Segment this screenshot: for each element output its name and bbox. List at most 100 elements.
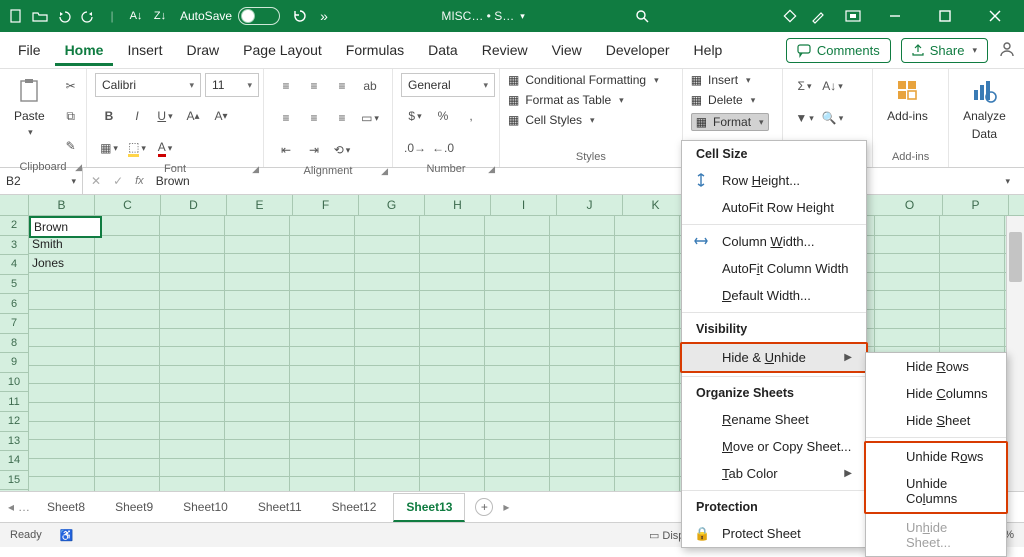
font-size-select[interactable]: 11▾ <box>205 73 259 97</box>
col-header[interactable]: J <box>557 195 623 215</box>
format-table-button[interactable]: ▦Format as Table▾ <box>508 93 659 107</box>
copy-icon[interactable]: ⧉ <box>58 104 84 128</box>
row-header[interactable]: 12 <box>0 412 28 432</box>
tab-nav-more-icon[interactable]: … <box>18 500 30 514</box>
indent-decrease-icon[interactable]: ⇤ <box>273 138 299 162</box>
comments-button[interactable]: Comments <box>786 38 891 63</box>
tab-developer[interactable]: Developer <box>596 34 680 66</box>
menu-protect-sheet[interactable]: 🔒Protect Sheet <box>682 520 866 547</box>
col-header[interactable]: E <box>227 195 293 215</box>
app-switch-icon[interactable] <box>840 8 866 24</box>
align-top-icon[interactable]: ≡ <box>273 74 299 98</box>
menu-column-width[interactable]: Column Width... <box>682 228 866 255</box>
brush-icon[interactable] <box>806 8 832 24</box>
underline-button[interactable]: U▾ <box>152 104 178 128</box>
col-header[interactable]: C <box>95 195 161 215</box>
row-header[interactable]: 7 <box>0 314 28 334</box>
row-header[interactable]: 2 <box>0 216 28 236</box>
increase-font-icon[interactable]: A▴ <box>180 104 206 128</box>
row-header[interactable]: 3 <box>0 236 28 256</box>
search-icon[interactable] <box>634 8 650 24</box>
font-name-select[interactable]: Calibri▾ <box>95 73 201 97</box>
col-header[interactable]: K <box>623 195 689 215</box>
wrap-text-icon[interactable]: ab <box>357 74 383 98</box>
conditional-formatting-button[interactable]: ▦Conditional Formatting▾ <box>508 73 659 87</box>
redo-icon[interactable] <box>80 8 96 24</box>
close-button[interactable] <box>972 0 1018 32</box>
share-button[interactable]: Share▾ <box>901 38 988 63</box>
align-left-icon[interactable]: ≡ <box>273 106 299 130</box>
menu-rename-sheet[interactable]: Rename Sheet <box>682 406 866 433</box>
menu-hide-rows[interactable]: Hide Rows <box>866 353 1006 380</box>
more-icon[interactable]: » <box>316 8 332 24</box>
font-color-button[interactable]: A▾ <box>152 136 178 160</box>
row-header[interactable]: 14 <box>0 451 28 471</box>
row-header[interactable]: 13 <box>0 432 28 452</box>
menu-hide-columns[interactable]: Hide Columns <box>866 380 1006 407</box>
tab-page-layout[interactable]: Page Layout <box>233 34 332 66</box>
refresh-icon[interactable] <box>292 8 308 24</box>
menu-unhide-rows[interactable]: Unhide Rows <box>866 443 1006 470</box>
menu-autofit-col[interactable]: AutoFit Column Width <box>682 255 866 282</box>
menu-hide-unhide[interactable]: Hide & Unhide▶ <box>682 344 866 371</box>
indent-increase-icon[interactable]: ⇥ <box>301 138 327 162</box>
menu-autofit-row[interactable]: AutoFit Row Height <box>682 194 866 221</box>
fill-color-button[interactable]: ⬚▾ <box>124 136 150 160</box>
increase-decimal-icon[interactable]: .0→ <box>402 136 428 160</box>
tab-review[interactable]: Review <box>472 34 538 66</box>
find-icon[interactable]: 🔍▾ <box>820 106 846 130</box>
open-folder-icon[interactable] <box>32 8 48 24</box>
cell[interactable]: Jones <box>29 254 98 272</box>
sheet-tab[interactable]: Sheet8 <box>34 493 98 521</box>
format-painter-icon[interactable]: ✎ <box>58 134 84 158</box>
tab-home[interactable]: Home <box>55 34 114 66</box>
decrease-decimal-icon[interactable]: ←.0 <box>430 136 456 160</box>
bold-button[interactable]: B <box>96 104 122 128</box>
insert-cells-button[interactable]: ▦Insert▾ <box>691 73 769 87</box>
sheet-tab[interactable]: Sheet12 <box>319 493 390 521</box>
col-header[interactable]: P <box>943 195 1009 215</box>
percent-icon[interactable]: % <box>430 104 456 128</box>
col-header[interactable]: D <box>161 195 227 215</box>
align-bottom-icon[interactable]: ≡ <box>329 74 355 98</box>
tab-nav-next-icon[interactable]: ▸ <box>503 500 509 514</box>
sheet-tab[interactable]: Sheet11 <box>245 493 315 521</box>
comma-icon[interactable]: , <box>458 104 484 128</box>
align-center-icon[interactable]: ≡ <box>301 106 327 130</box>
tab-view[interactable]: View <box>542 34 592 66</box>
select-all-corner[interactable] <box>0 195 29 215</box>
tab-insert[interactable]: Insert <box>117 34 172 66</box>
tab-data[interactable]: Data <box>418 34 468 66</box>
sheet-tab[interactable]: Sheet10 <box>170 493 241 521</box>
sort-desc-icon[interactable]: Z↓ <box>152 8 168 24</box>
col-header[interactable]: O <box>877 195 943 215</box>
decrease-font-icon[interactable]: A▾ <box>208 104 234 128</box>
maximize-button[interactable] <box>922 0 968 32</box>
row-header[interactable]: 6 <box>0 294 28 314</box>
italic-button[interactable]: I <box>124 104 150 128</box>
autosum-icon[interactable]: Σ▾ <box>792 74 818 98</box>
row-header[interactable]: 4 <box>0 255 28 275</box>
merge-icon[interactable]: ▭▾ <box>357 106 383 130</box>
tab-formulas[interactable]: Formulas <box>336 34 414 66</box>
menu-tab-color[interactable]: Tab Color▶ <box>682 460 866 487</box>
undo-icon[interactable] <box>56 8 72 24</box>
tab-file[interactable]: File <box>8 34 51 66</box>
analyze-data-button[interactable]: AnalyzeData <box>957 73 1012 145</box>
col-header[interactable]: I <box>491 195 557 215</box>
col-header[interactable]: B <box>29 195 95 215</box>
new-sheet-icon[interactable]: + <box>475 498 493 516</box>
orientation-icon[interactable]: ⟲▾ <box>329 138 355 162</box>
minimize-button[interactable] <box>872 0 918 32</box>
menu-default-width[interactable]: Default Width... <box>682 282 866 309</box>
sort-filter-icon[interactable]: A↓▾ <box>820 74 846 98</box>
col-header[interactable]: G <box>359 195 425 215</box>
row-header[interactable]: 8 <box>0 334 28 354</box>
row-header[interactable]: 10 <box>0 373 28 393</box>
row-header[interactable]: 5 <box>0 275 28 295</box>
col-header[interactable]: H <box>425 195 491 215</box>
new-file-icon[interactable] <box>8 8 24 24</box>
currency-icon[interactable]: $▾ <box>402 104 428 128</box>
border-button[interactable]: ▦▾ <box>96 136 122 160</box>
cell-styles-button[interactable]: ▦Cell Styles▾ <box>508 113 659 127</box>
